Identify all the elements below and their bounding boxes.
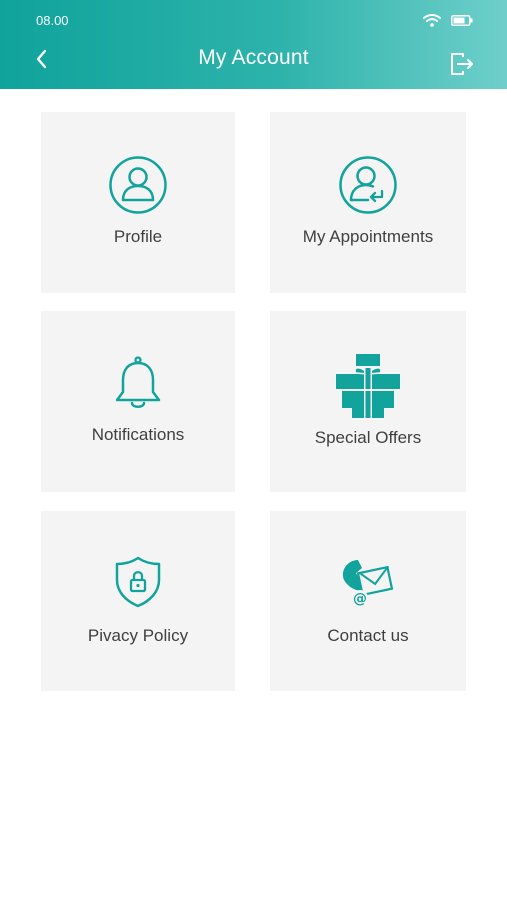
tile-label-contact-us: Contact us <box>327 626 409 645</box>
page-title: My Account <box>198 46 309 69</box>
tile-notifications[interactable]: Notifications <box>41 311 235 492</box>
tile-privacy-policy[interactable]: Pivacy Policy <box>41 511 235 691</box>
tile-contact-us[interactable]: @ Contact us <box>270 511 466 691</box>
tile-label-privacy-policy: Pivacy Policy <box>87 626 189 645</box>
tile-label-profile: Profile <box>113 227 163 246</box>
shield-lock-icon <box>115 556 161 608</box>
gift-icon <box>336 354 400 418</box>
tile-profile[interactable]: Profile <box>41 112 235 293</box>
svg-text:@: @ <box>353 591 367 607</box>
tile-special-offers[interactable]: Special Offers <box>270 311 466 492</box>
status-time: 08.00 <box>36 13 69 28</box>
phone-mail-icon: @ <box>342 560 394 607</box>
tile-label-my-appointments: My Appointments <box>302 227 434 246</box>
battery-icon <box>451 15 473 26</box>
profile-icon <box>109 156 167 214</box>
bell-icon <box>115 356 161 408</box>
tile-my-appointments[interactable]: My Appointments <box>270 112 466 293</box>
tile-label-special-offers: Special Offers <box>314 428 422 447</box>
app-header: 08.00 My Account <box>0 0 507 89</box>
appointments-icon <box>339 156 397 214</box>
logout-button[interactable] <box>449 51 475 77</box>
tile-label-notifications: Notifications <box>91 425 185 444</box>
wifi-icon <box>423 14 441 27</box>
